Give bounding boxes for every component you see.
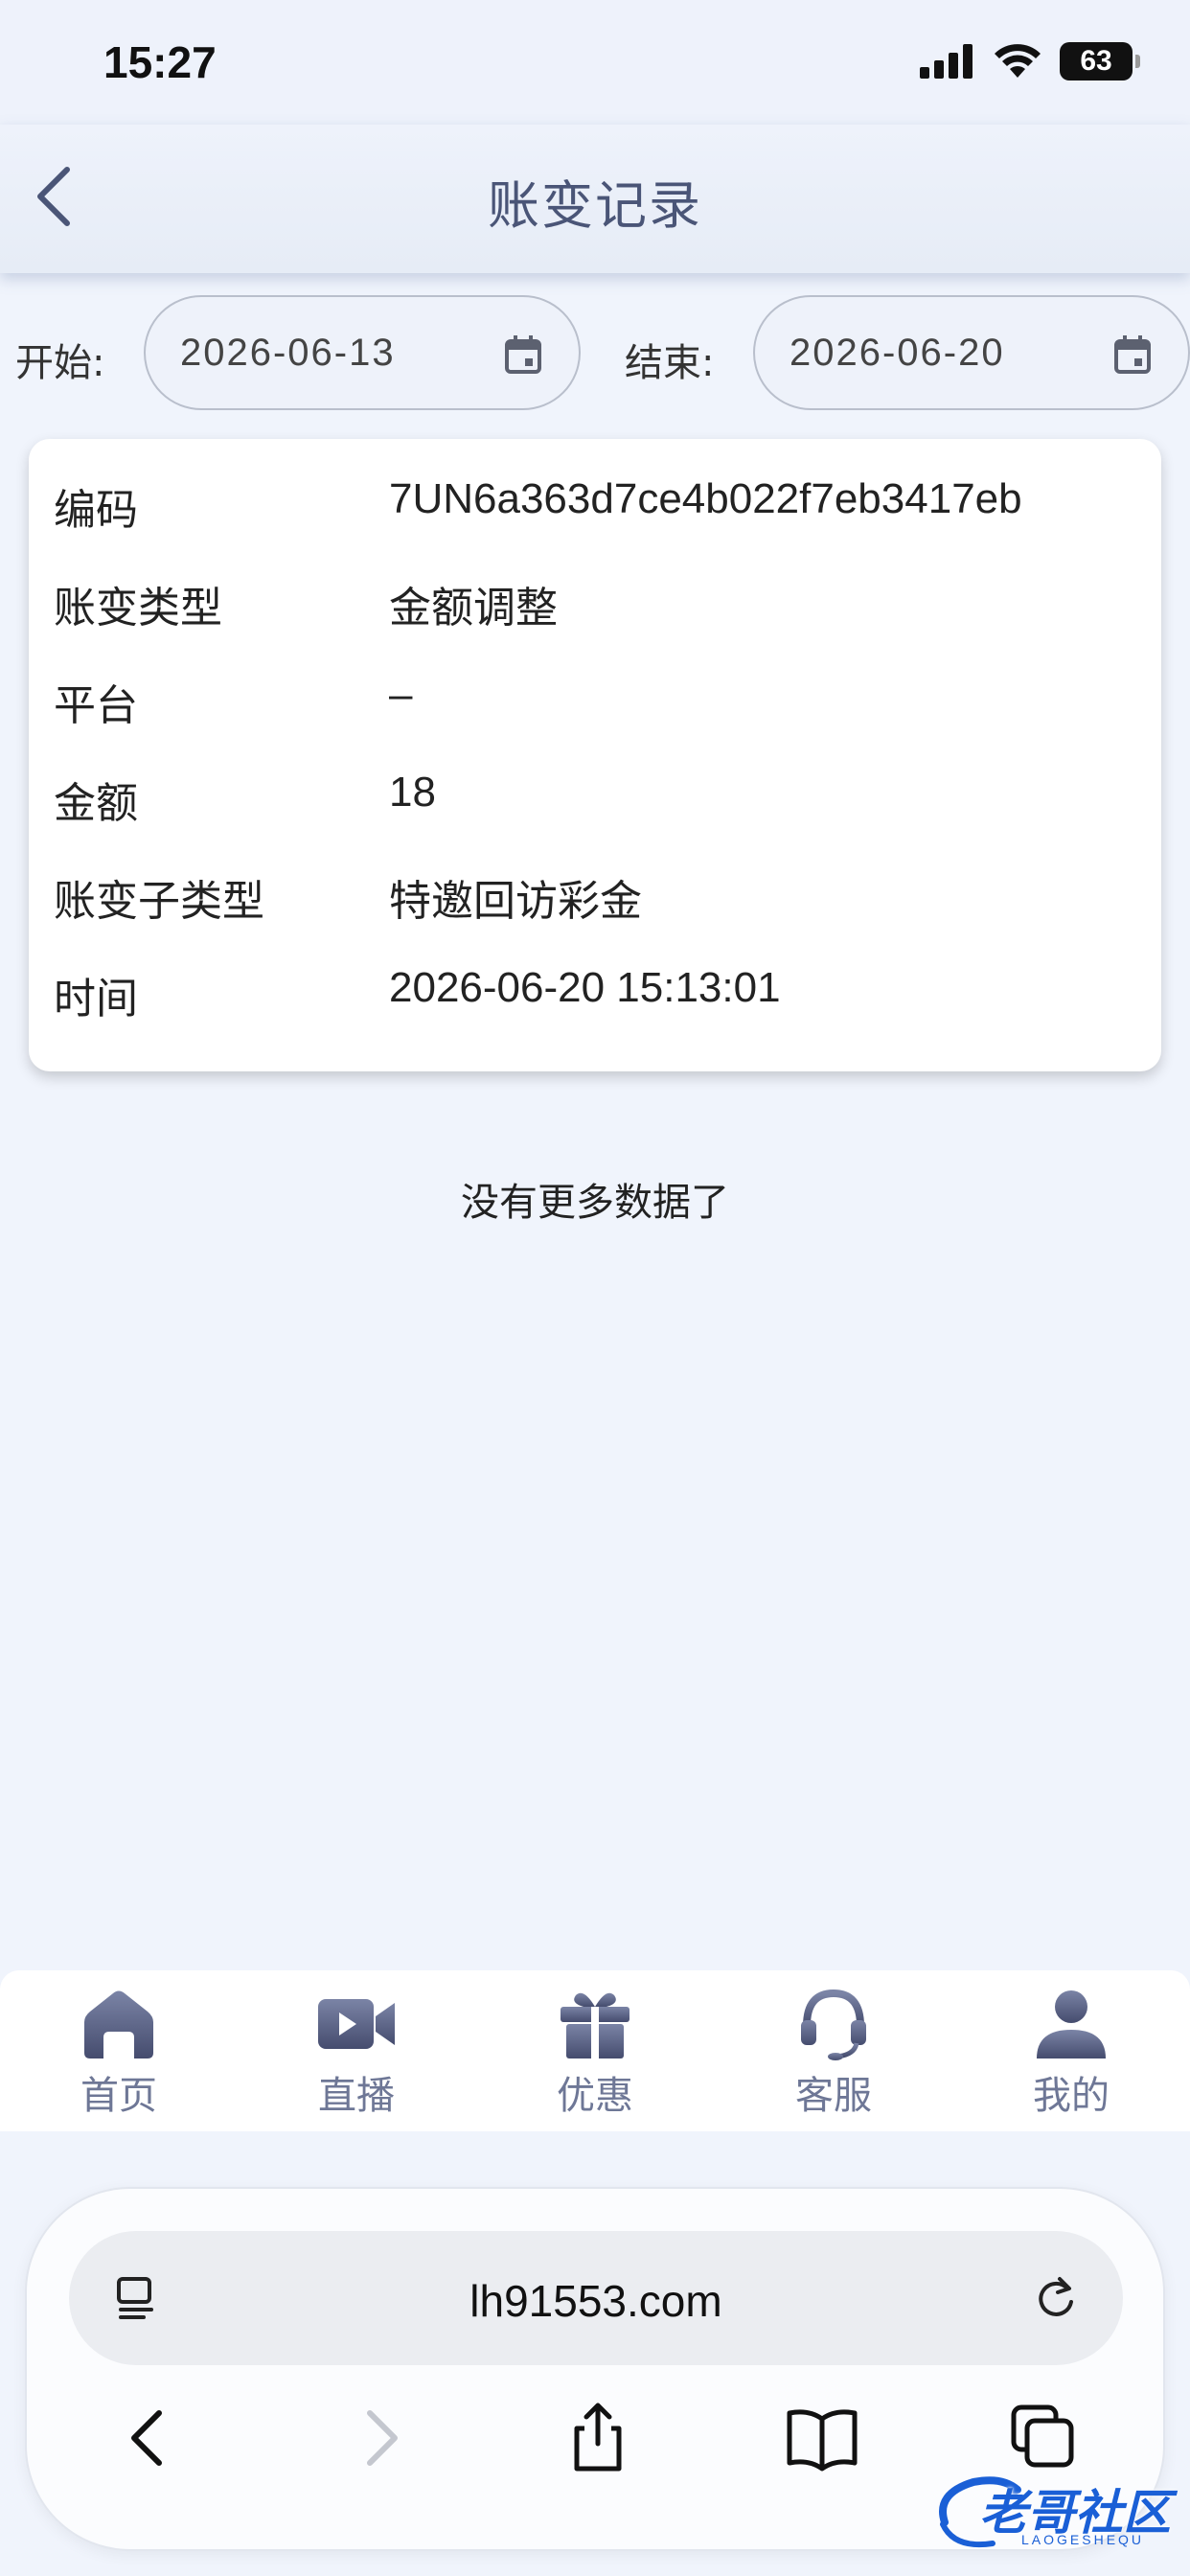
- status-icons: 63: [920, 42, 1140, 80]
- tab-customer-service[interactable]: 客服: [762, 1988, 905, 2120]
- end-date-label: 结束:: [625, 341, 715, 385]
- end-date-picker[interactable]: 2026-06-20: [753, 295, 1190, 410]
- battery-level: 63: [1080, 45, 1112, 77]
- record-row-time: 时间 2026-06-20 15:13:01: [29, 937, 1161, 1035]
- tab-live[interactable]: 直播: [285, 1988, 428, 2120]
- url-text: lh91553.com: [469, 2276, 722, 2326]
- record-row-type: 账变类型 金额调整: [29, 546, 1161, 644]
- tab-label: 优惠: [557, 2074, 633, 2118]
- video-camera-icon: [318, 1999, 395, 2049]
- record-key: 编码: [54, 486, 138, 535]
- address-bar[interactable]: lh91553.com: [69, 2231, 1123, 2365]
- watermark-subtext: LAOGESHEQU: [1021, 2532, 1145, 2547]
- tab-home[interactable]: 首页: [47, 1988, 191, 2120]
- calendar-icon: [1114, 335, 1151, 374]
- browser-forward-icon[interactable]: [341, 2400, 418, 2476]
- tab-label: 首页: [80, 2074, 157, 2118]
- record-row-amount: 金额 18: [29, 742, 1161, 840]
- user-icon: [1037, 1990, 1106, 2058]
- record-value: 金额调整: [389, 585, 558, 632]
- bookmarks-icon[interactable]: [784, 2400, 860, 2476]
- browser-back-icon[interactable]: [111, 2400, 188, 2476]
- tab-label: 客服: [795, 2074, 872, 2118]
- record-value: 特邀回访彩金: [389, 878, 642, 925]
- gift-icon: [561, 1992, 629, 2058]
- transaction-record-card: 编码 7UN6a363d7ce4b022f7eb3417eb 账变类型 金额调整…: [29, 439, 1161, 1071]
- record-key: 账变子类型: [54, 877, 264, 926]
- list-end-message: 没有更多数据了: [461, 1181, 729, 1225]
- start-date-label: 开始:: [15, 341, 105, 385]
- record-key: 金额: [54, 779, 138, 828]
- headset-icon: [801, 1989, 866, 2060]
- record-value: –: [389, 671, 413, 718]
- record-key: 时间: [54, 975, 138, 1024]
- wifi-icon: [995, 44, 1041, 78]
- tab-my-account[interactable]: 我的: [999, 1988, 1143, 2120]
- record-key: 平台: [54, 681, 138, 730]
- cellular-signal-icon: [920, 44, 973, 79]
- record-row-code: 编码 7UN6a363d7ce4b022f7eb3417eb: [29, 448, 1161, 546]
- share-icon[interactable]: [560, 2400, 636, 2476]
- record-value: 7UN6a363d7ce4b022f7eb3417eb: [389, 475, 1022, 522]
- bottom-tab-bar: 首页 直播 优惠 客服 我的: [0, 1970, 1190, 2131]
- battery-indicator: 63: [1060, 42, 1140, 80]
- start-date-picker[interactable]: 2026-06-13: [144, 295, 581, 410]
- date-filter-row: 开始: 2026-06-13 结束: 2026-06-20: [0, 295, 1190, 410]
- record-key: 账变类型: [54, 584, 222, 632]
- reload-icon[interactable]: [1031, 2273, 1081, 2323]
- home-icon: [84, 1990, 153, 2058]
- page-header: 账变记录: [0, 125, 1190, 273]
- record-value: 18: [389, 769, 436, 816]
- record-row-platform: 平台 –: [29, 644, 1161, 742]
- tab-label: 直播: [318, 2074, 395, 2118]
- community-watermark: 老哥社区 LAOGESHEQU: [926, 2465, 1177, 2561]
- tab-promotions[interactable]: 优惠: [523, 1988, 667, 2120]
- status-bar: 15:27 63: [0, 0, 1190, 125]
- record-row-subtype: 账变子类型 特邀回访彩金: [29, 840, 1161, 937]
- page-title: 账变记录: [488, 175, 702, 236]
- record-value: 2026-06-20 15:13:01: [389, 964, 781, 1011]
- tab-label: 我的: [1033, 2074, 1110, 2118]
- end-date-value: 2026-06-20: [790, 332, 1005, 374]
- calendar-icon: [505, 335, 541, 374]
- status-time: 15:27: [103, 37, 217, 87]
- start-date-value: 2026-06-13: [180, 332, 396, 374]
